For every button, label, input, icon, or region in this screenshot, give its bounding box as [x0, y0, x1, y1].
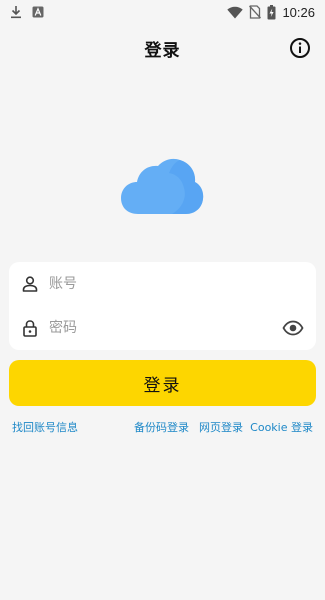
eye-icon[interactable]	[282, 317, 304, 339]
a-notification-icon	[32, 6, 44, 18]
recover-account-link[interactable]: 找回账号信息	[12, 419, 78, 435]
lock-icon	[23, 320, 37, 337]
login-options-links: 找回账号信息 备份码登录 网页登录 Cookie 登录	[12, 419, 313, 437]
person-icon	[22, 276, 38, 292]
info-icon[interactable]	[289, 37, 311, 59]
wifi-icon	[227, 6, 244, 18]
status-right-icons: 10:26	[227, 4, 315, 20]
account-input[interactable]	[49, 269, 316, 299]
web-login-link[interactable]: 网页登录	[199, 419, 243, 435]
no-sim-icon	[249, 5, 262, 19]
page-title: 登录	[144, 40, 181, 61]
status-left-icons	[10, 5, 44, 19]
login-button[interactable]: 登录	[9, 360, 316, 406]
download-icon	[11, 6, 21, 19]
cloud-icon	[121, 158, 204, 214]
account-field	[9, 262, 316, 306]
status-bar: 10:26	[0, 0, 325, 24]
backup-code-login-link[interactable]: 备份码登录	[134, 419, 189, 435]
cookie-login-link[interactable]: Cookie 登录	[250, 419, 313, 435]
status-time: 10:26	[282, 4, 315, 20]
login-form-card	[9, 262, 316, 350]
password-input[interactable]	[49, 313, 282, 343]
password-field	[9, 306, 316, 350]
app-bar: 登录	[0, 28, 325, 68]
battery-charging-icon	[267, 4, 276, 19]
